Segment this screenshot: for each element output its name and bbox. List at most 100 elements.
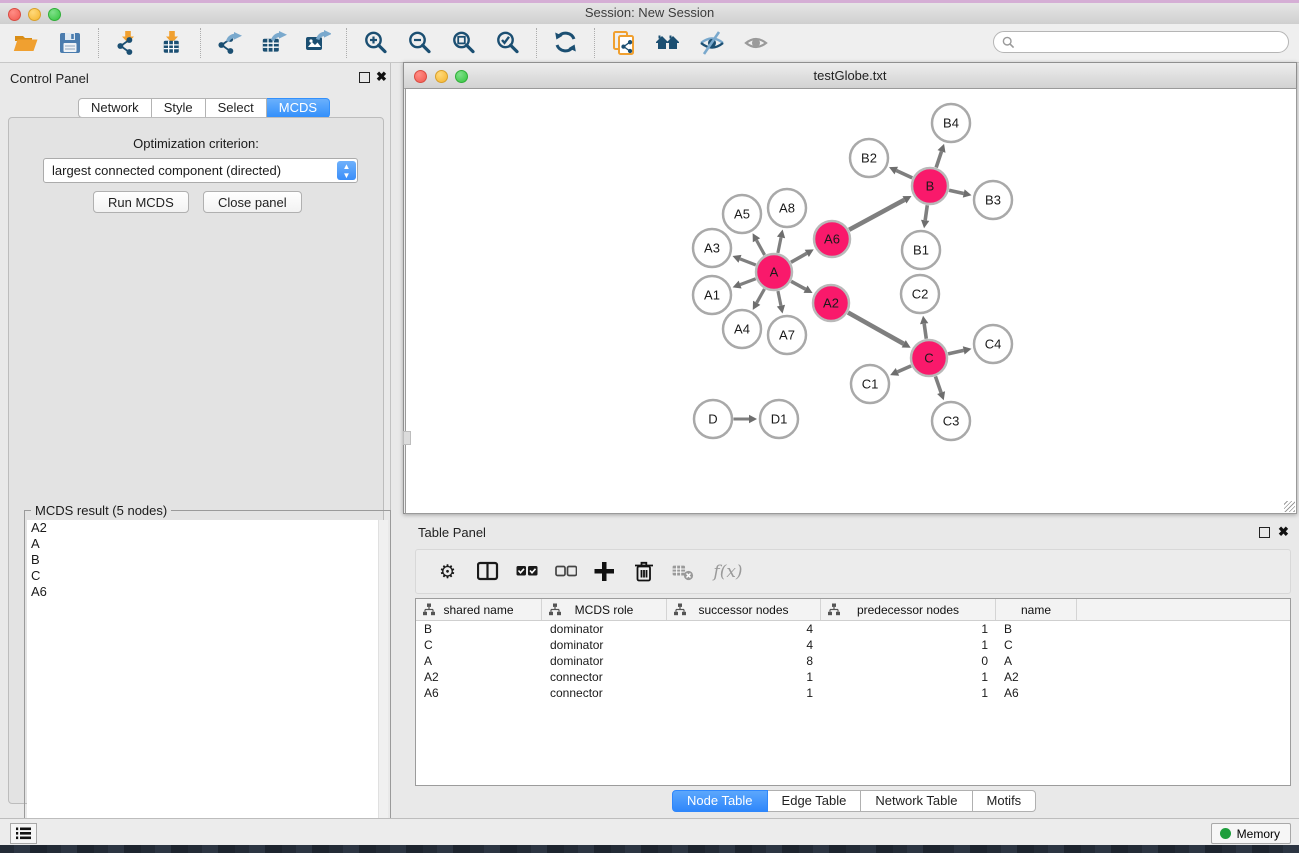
mcds-result-item[interactable]: A — [27, 536, 388, 552]
graph-node-A3[interactable]: A3 — [693, 229, 731, 267]
graph-node-B4[interactable]: B4 — [932, 104, 970, 142]
home-button[interactable] — [650, 26, 686, 60]
refresh-button[interactable] — [548, 26, 584, 60]
task-history-button[interactable] — [10, 823, 37, 844]
graph-node-A6[interactable]: A6 — [814, 221, 850, 257]
graph-node-A5[interactable]: A5 — [723, 195, 761, 233]
graph-node-C2[interactable]: C2 — [901, 275, 939, 313]
graph-node-A7[interactable]: A7 — [768, 316, 806, 354]
run-mcds-button[interactable]: Run MCDS — [93, 191, 189, 213]
select-all-button[interactable] — [512, 557, 542, 587]
column-header-name[interactable]: name — [996, 599, 1077, 620]
graph-node-C1[interactable]: C1 — [851, 365, 889, 403]
mcds-result-item[interactable]: B — [27, 552, 388, 568]
column-header-shared-name[interactable]: shared name — [416, 599, 542, 620]
graph-node-A1[interactable]: A1 — [693, 276, 731, 314]
memory-button[interactable]: Memory — [1211, 823, 1291, 844]
graph-node-B1[interactable]: B1 — [902, 231, 940, 269]
import-network-button[interactable] — [110, 26, 146, 60]
network-canvas[interactable]: B4 B2 B B3 A5 A8 A6 B1 A3 A C2 A1 A2 A4 … — [405, 88, 1297, 514]
zoom-fit-icon — [451, 30, 477, 56]
search-field[interactable] — [993, 31, 1289, 53]
table-toolbar: ⚙ f(x) — [415, 549, 1291, 594]
graph-node-A2[interactable]: A2 — [813, 285, 849, 321]
toggle-panel-mode-icon — [477, 561, 499, 582]
tab-motifs[interactable]: Motifs — [973, 790, 1037, 812]
svg-text:C1: C1 — [862, 377, 879, 392]
table-row[interactable]: A2connector11A2 — [416, 669, 1290, 685]
table-cell: A2 — [996, 670, 1077, 684]
resize-grip-icon[interactable] — [1284, 501, 1295, 512]
zoom-selected-button[interactable] — [490, 26, 526, 60]
graph-node-A8[interactable]: A8 — [768, 189, 806, 227]
table-row[interactable]: Bdominator41B — [416, 621, 1290, 637]
table-cell: B — [416, 622, 542, 636]
column-header-MCDS-role[interactable]: MCDS role — [542, 599, 667, 620]
close-panel-icon[interactable]: ✖ — [376, 71, 387, 83]
tab-select[interactable]: Select — [206, 98, 267, 118]
criterion-dropdown[interactable]: largest connected component (directed) ▲… — [43, 158, 358, 183]
list-scrollbar[interactable] — [378, 520, 388, 852]
mcds-result-item[interactable]: C — [27, 568, 388, 584]
window-edge-handle[interactable] — [403, 431, 411, 445]
graph-node-D1[interactable]: D1 — [760, 400, 798, 438]
new-network-from-file-button[interactable] — [606, 26, 642, 60]
table-row[interactable]: A6connector11A6 — [416, 685, 1290, 701]
network-window-titlebar[interactable]: testGlobe.txt — [404, 63, 1296, 89]
graph-node-A[interactable]: A — [756, 254, 792, 290]
close-panel-button[interactable]: Close panel — [203, 191, 302, 213]
table-row[interactable]: Adominator80A — [416, 653, 1290, 669]
titlebar: Session: New Session — [0, 0, 1299, 25]
mcds-result-list[interactable]: A2ABCA6 — [27, 520, 388, 852]
column-header-predecessor-nodes[interactable]: predecessor nodes — [821, 599, 996, 620]
graph-node-C[interactable]: C — [911, 340, 947, 376]
svg-text:B3: B3 — [985, 193, 1001, 208]
open-session-button[interactable] — [8, 26, 44, 60]
graph-node-C3[interactable]: C3 — [932, 402, 970, 440]
add-column-button[interactable] — [590, 557, 620, 587]
column-header-successor-nodes[interactable]: successor nodes — [667, 599, 821, 620]
tab-style[interactable]: Style — [152, 98, 206, 118]
import-table-button[interactable] — [154, 26, 190, 60]
delete-column-button[interactable] — [629, 557, 659, 587]
tab-node-table[interactable]: Node Table — [672, 790, 768, 812]
export-network-button[interactable] — [212, 26, 248, 60]
graph-node-C4[interactable]: C4 — [974, 325, 1012, 363]
graph-node-A4[interactable]: A4 — [723, 310, 761, 348]
hide-graphics-details-button[interactable] — [694, 26, 730, 60]
export-table-button[interactable] — [256, 26, 292, 60]
graph-node-B2[interactable]: B2 — [850, 139, 888, 177]
graph-node-B3[interactable]: B3 — [974, 181, 1012, 219]
search-input[interactable] — [1015, 34, 1288, 50]
node-table[interactable]: shared name MCDS role successor nodes pr… — [415, 598, 1291, 786]
table-panel-title: Table Panel — [418, 525, 486, 540]
toggle-panel-mode-button[interactable] — [473, 557, 503, 587]
export-image-button[interactable] — [300, 26, 336, 60]
float-panel-icon[interactable] — [359, 72, 370, 83]
delete-table-button[interactable] — [668, 557, 698, 587]
graph-node-B[interactable]: B — [912, 168, 948, 204]
tab-network-table[interactable]: Network Table — [861, 790, 972, 812]
zoom-in-button[interactable] — [358, 26, 394, 60]
table-header-row: shared name MCDS role successor nodes pr… — [416, 599, 1290, 621]
table-row[interactable]: Cdominator41C — [416, 637, 1290, 653]
svg-text:A2: A2 — [823, 296, 839, 311]
graph-node-D[interactable]: D — [694, 400, 732, 438]
tab-edge-table[interactable]: Edge Table — [768, 790, 862, 812]
function-builder-button[interactable]: f(x) — [707, 557, 749, 587]
mcds-result-item[interactable]: A6 — [27, 584, 388, 600]
zoom-fit-button[interactable] — [446, 26, 482, 60]
optimization-criterion-label: Optimization criterion: — [9, 136, 383, 151]
deselect-all-button[interactable] — [551, 557, 581, 587]
tab-network[interactable]: Network — [78, 98, 152, 118]
table-cell: 1 — [821, 622, 996, 636]
close-table-panel-icon[interactable]: ✖ — [1278, 526, 1289, 538]
zoom-out-button[interactable] — [402, 26, 438, 60]
show-graphics-details-button[interactable] — [738, 26, 774, 60]
save-session-button[interactable] — [52, 26, 88, 60]
tab-mcds[interactable]: MCDS — [267, 98, 330, 118]
mcds-result-item[interactable]: A2 — [27, 520, 388, 536]
open-session-icon — [13, 30, 39, 56]
table-settings-button[interactable]: ⚙ — [434, 557, 464, 587]
float-table-panel-icon[interactable] — [1259, 527, 1270, 538]
